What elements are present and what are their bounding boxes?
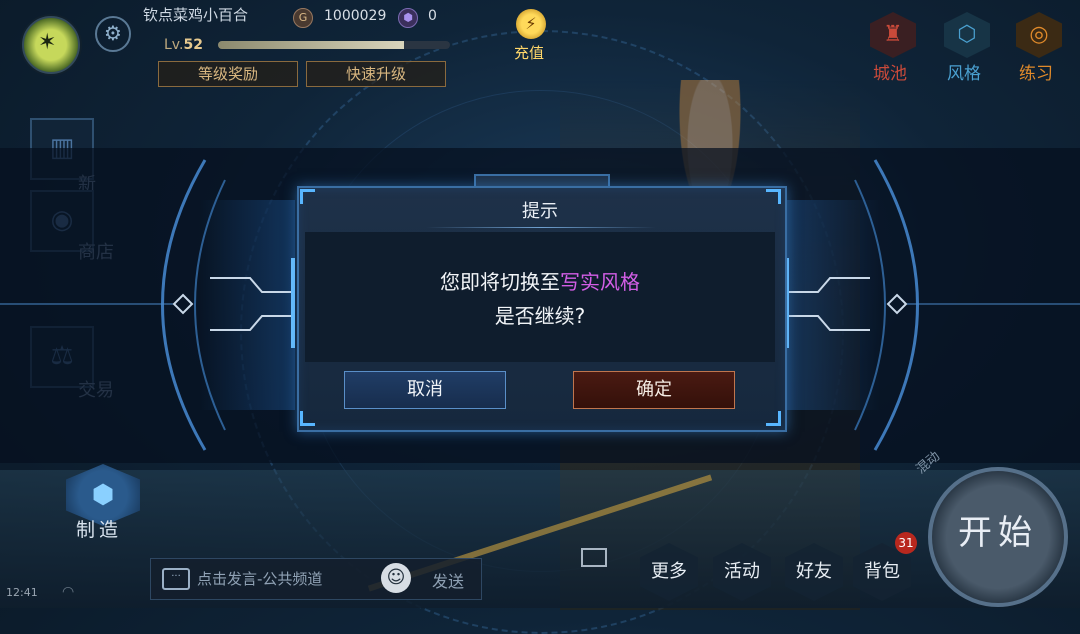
player-level: Lv.52 xyxy=(164,37,203,53)
dialog-message-line2: 是否继续? xyxy=(494,304,586,328)
cancel-button[interactable]: 取消 xyxy=(344,371,506,409)
mail-icon[interactable] xyxy=(581,548,607,567)
craft-label[interactable]: 制造 xyxy=(76,515,122,542)
gold-coin-icon: G xyxy=(293,8,313,28)
message-prefix: 您即将切换至 xyxy=(440,270,560,294)
gold-coin-count: 1000029 xyxy=(324,8,387,24)
hexagons-icon[interactable]: ⬡ xyxy=(944,12,990,58)
message-highlight: 写实风格 xyxy=(560,270,640,294)
confirm-button[interactable]: 确定 xyxy=(573,371,735,409)
gear-icon[interactable]: ⚙ xyxy=(95,16,131,52)
gem-icon: ⬢ xyxy=(398,8,418,28)
dialog-title-divider xyxy=(426,227,656,228)
level-value: 52 xyxy=(183,37,203,53)
recharge-icon[interactable]: ⚡ xyxy=(516,9,546,39)
dialog-title: 提示 xyxy=(522,201,558,222)
start-button[interactable]: 开始 xyxy=(928,467,1068,607)
quick-upgrade-button[interactable]: 快速升级 xyxy=(306,61,446,87)
castle-icon[interactable]: ♜ xyxy=(870,12,916,58)
wifi-icon: ◠ xyxy=(62,584,75,600)
dialog-corner-bl xyxy=(300,411,315,426)
style-label[interactable]: 风格 xyxy=(947,59,981,84)
emoji-icon[interactable]: ☺ xyxy=(381,563,411,593)
chat-input[interactable]: 点击发言-公共频道 xyxy=(197,568,322,589)
bag-badge: 31 xyxy=(895,532,917,554)
target-icon[interactable]: ◎ xyxy=(1016,12,1062,58)
exp-bar-fill xyxy=(218,41,404,49)
level-reward-button[interactable]: 等级奖励 xyxy=(158,61,298,87)
exp-bar xyxy=(218,41,450,49)
castle-label[interactable]: 城池 xyxy=(873,59,907,84)
chat-bubble-icon: ··· xyxy=(162,568,190,590)
level-prefix: Lv. xyxy=(164,37,184,53)
avatar-emblem-icon: ✶ xyxy=(38,30,57,55)
gem-count: 0 xyxy=(428,8,437,24)
dialog-corner-br xyxy=(766,411,781,426)
practice-label[interactable]: 练习 xyxy=(1019,59,1053,84)
recharge-label[interactable]: 充值 xyxy=(514,42,544,63)
player-name: 钦点菜鸡小百合 xyxy=(143,6,249,24)
dialog-content-panel xyxy=(305,232,775,362)
send-button[interactable]: 发送 xyxy=(432,568,464,592)
status-time: 12:41 xyxy=(6,586,38,599)
dialog-message-line1: 您即将切换至写实风格 xyxy=(305,266,775,295)
